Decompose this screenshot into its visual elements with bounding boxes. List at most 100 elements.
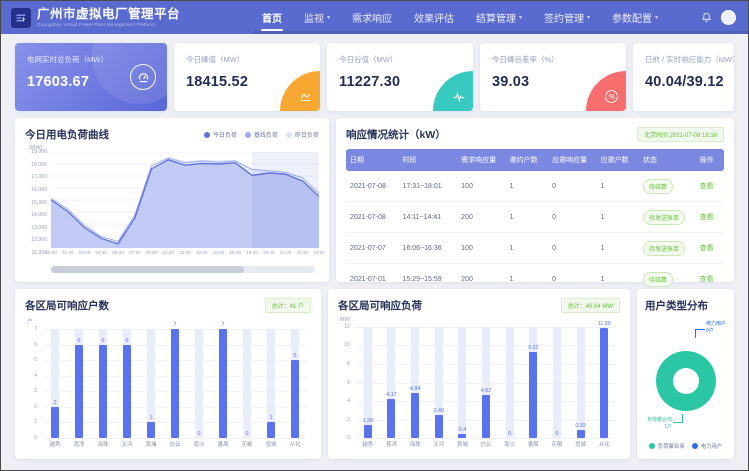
kpi-row: 电网实时总负荷（MW） 17603.67 今日峰值（MW） 18415.52 — [15, 43, 734, 111]
x-category-label: 从化 — [290, 440, 301, 448]
bar-value-label: 0 — [508, 431, 511, 437]
bar-column: 0花都 — [235, 329, 259, 438]
bar-column: 0南沙 — [498, 327, 522, 438]
x-tick: 09:00 — [146, 250, 158, 255]
bar-column: 1黄埔 — [139, 329, 163, 438]
app-logo-icon — [11, 8, 31, 28]
status-badge: 待发送账单 — [643, 241, 685, 256]
bar-value-label: 6 — [78, 338, 81, 344]
legend-item-aggregator[interactable]: 负荷聚合商 — [649, 442, 685, 450]
nav-item-home[interactable]: 首页 — [251, 1, 293, 34]
bar-value-label: 1.39 — [363, 418, 374, 424]
bar-value-label: 0.4 — [459, 427, 467, 433]
bar-value-label: 6 — [126, 338, 129, 344]
app-title: 广州市虚拟电厂管理平台 — [37, 8, 180, 21]
panel-title: 各区局可响应负荷 — [338, 298, 422, 313]
legend-dot — [692, 443, 698, 449]
legend-item-power-user[interactable]: 电力用户 — [692, 442, 723, 450]
x-category-label: 花都 — [552, 440, 563, 448]
x-category-label: 荔湾 — [74, 440, 85, 448]
kpi-card-today-peak: 今日峰值（MW） 18415.52 — [174, 43, 320, 111]
bar-column: 0南沙 — [187, 329, 211, 438]
bar — [482, 395, 490, 438]
bar-value-label: 4.62 — [481, 388, 492, 394]
x-category-label: 番禺 — [528, 440, 539, 448]
district-load-bar-chart: 024681012 1.39越秀4.17荔湾4.84海珠2.49天河0.4黄埔4… — [356, 327, 616, 438]
response-statistics-panel: 响应情况统计（kW） 北京时间 2021-07-08 18:16 日期 时段 需… — [336, 118, 734, 282]
bar — [458, 434, 466, 438]
y-axis: 11,00012,00013,00014,00015,00016,00017,0… — [25, 152, 51, 253]
bar-column: 0.92增城 — [569, 327, 593, 438]
view-link[interactable]: 查看 — [700, 214, 714, 221]
pie-legend: 负荷聚合商 电力用户 — [645, 442, 726, 450]
table-header-row: 日期 时段 需求响应量 邀约户数 应邀响应量 应邀户数 状态 操作 — [346, 149, 724, 171]
panel-title: 用户类型分布 — [645, 298, 726, 313]
x-tick: 18:00 — [246, 250, 258, 255]
beijing-time-badge: 北京时间 2021-07-08 18:16 — [637, 127, 724, 142]
chart-zoom-slider[interactable] — [51, 266, 315, 273]
col-invited: 邀约户数 — [506, 149, 548, 171]
view-link[interactable]: 查看 — [700, 245, 714, 252]
bottom-row: 各区局可响应户数 总计：41 户 户 01234567 2越秀6荔湾6海珠6天河… — [15, 289, 734, 459]
brand-text: 广州市虚拟电厂管理平台 Guangzhou Virtual Power Plan… — [37, 8, 180, 26]
x-category-label: 从化 — [599, 440, 610, 448]
kpi-card-realtime-total-load: 电网实时总负荷（MW） 17603.67 — [15, 43, 167, 111]
nav-item-demand-response[interactable]: 需求响应 — [341, 1, 403, 34]
bar — [51, 407, 59, 438]
bar-value-label: 0 — [246, 431, 249, 437]
bars: 2越秀6荔湾6海珠6天河1黄埔7白云0南沙7番禺0花都1增城5从化 — [43, 329, 307, 438]
dashboard-content: 电网实时总负荷（MW） 17603.67 今日峰值（MW） 18415.52 — [1, 34, 748, 470]
bar-value-label: 0 — [198, 431, 201, 437]
x-tick: 00:00 — [45, 250, 57, 255]
svg-text:%: % — [608, 94, 614, 101]
y-axis: 024681012 — [338, 327, 354, 438]
legend-item-yesterday-load[interactable]: 昨日负荷 — [286, 130, 319, 139]
chevron-down-icon: ▾ — [655, 14, 658, 21]
nav-item-contract[interactable]: 签约管理▾ — [533, 1, 601, 34]
nav-item-monitor[interactable]: 监视▾ — [293, 1, 341, 34]
y-axis: 01234567 — [25, 329, 41, 438]
notification-bell-icon[interactable] — [701, 9, 712, 27]
nav-item-parameter-config[interactable]: 参数配置▾ — [601, 1, 669, 34]
kpi-card-today-valley: 今日谷值（MW） 11227.30 — [327, 43, 473, 111]
nav-item-effect-evaluation[interactable]: 效果评估 — [403, 1, 465, 34]
bar — [577, 430, 585, 439]
legend-item-today-load[interactable]: 今日负荷 — [204, 130, 237, 139]
user-avatar[interactable] — [721, 10, 736, 25]
district-users-panel: 各区局可响应户数 总计：41 户 户 01234567 2越秀6荔湾6海珠6天河… — [15, 289, 321, 459]
topbar-right — [701, 9, 738, 27]
bar — [99, 345, 107, 438]
donut-label-power-user: 电力用户 0户 — [706, 321, 726, 334]
bar-value-label: 4.84 — [410, 386, 421, 392]
view-link[interactable]: 查看 — [700, 183, 714, 190]
middle-row: 今日用电负荷曲线 今日负荷 基线负荷 昨日负荷 (MW) 11,00012,00… — [15, 118, 734, 282]
x-tick: 04:30 — [96, 250, 108, 255]
col-status: 状态 — [639, 149, 696, 171]
legend-item-baseline-load[interactable]: 基线负荷 — [245, 130, 278, 139]
col-period: 时段 — [399, 149, 458, 171]
x-tick: 07:30 — [129, 250, 141, 255]
x-category-label: 花都 — [242, 440, 253, 448]
bar-column: 9.32番禺 — [521, 327, 545, 438]
panel-title: 今日用电负荷曲线 — [25, 127, 109, 142]
x-tick: 21:00 — [280, 250, 292, 255]
bar-column: 4.62白云 — [474, 327, 498, 438]
bar — [529, 352, 537, 438]
bar-column: 7白云 — [163, 329, 187, 438]
col-demand: 需求响应量 — [457, 149, 506, 171]
x-tick: 10:30 — [163, 250, 175, 255]
x-category-label: 黄埔 — [146, 440, 157, 448]
x-category-label: 黄埔 — [457, 440, 468, 448]
legend-dot — [204, 132, 210, 138]
bar-value-label: 6 — [102, 338, 105, 344]
kpi-label: 今日谷值（MW） — [339, 54, 461, 65]
bar-column: 0.4黄埔 — [451, 327, 475, 438]
y-axis-unit: 户 — [27, 317, 311, 325]
bar — [219, 329, 227, 438]
x-category-label: 海珠 — [410, 440, 421, 448]
zoom-slider-thumb[interactable] — [51, 266, 244, 273]
x-category-label: 越秀 — [362, 440, 373, 448]
view-link[interactable]: 查看 — [700, 276, 714, 283]
nav-item-settlement[interactable]: 结算管理▾ — [465, 1, 533, 34]
kpi-label: 今日峰谷差率（%） — [492, 54, 614, 65]
